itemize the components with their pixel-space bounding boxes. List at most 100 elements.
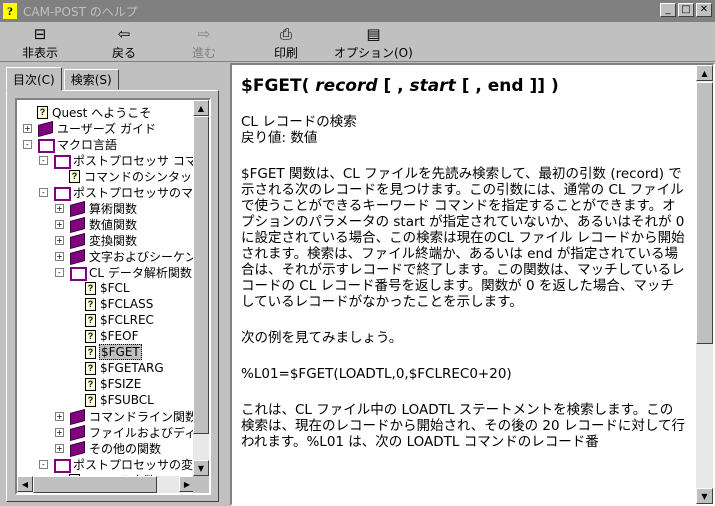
param-end: end xyxy=(487,76,524,96)
contents-tree-box: ?Quest へようこそ+ユーザーズ ガイド-マクロ言語-ポストプロセッサ コマ… xyxy=(15,98,211,495)
help-page-icon: ? xyxy=(85,329,96,343)
return-value: 戻り値: 数値 xyxy=(241,130,318,146)
tree-item-label: コマンドライン関数 xyxy=(89,409,195,424)
expand-icon[interactable]: + xyxy=(55,220,64,229)
tree-item[interactable]: ? $FCLREC xyxy=(85,312,155,328)
open-book-icon xyxy=(53,154,71,169)
tree-item[interactable]: ? $FGET xyxy=(85,344,142,360)
tree-item[interactable]: ポストプロセッサのマクロ xyxy=(53,184,195,201)
back-button[interactable]: ⇦ 戻る xyxy=(112,23,136,61)
closed-book-icon xyxy=(69,202,85,214)
tree-item[interactable]: マクロ言語 xyxy=(37,136,118,153)
help-page-icon: ? xyxy=(85,297,96,311)
tree-item[interactable]: ? $FCLASS xyxy=(85,296,154,312)
topic-summary: CL レコードの検索 xyxy=(241,114,357,130)
tree-item[interactable]: ? $FSIZE xyxy=(85,376,142,392)
tree-item-label: ポストプロセッサのマクロ xyxy=(73,185,195,200)
back-label: 戻る xyxy=(112,46,137,60)
print-label: 印刷 xyxy=(274,46,299,60)
tree-item[interactable]: その他の関数 xyxy=(69,440,162,456)
tree-vertical-scrollbar[interactable]: ▲ ▼ xyxy=(193,100,209,476)
help-page-icon: ? xyxy=(85,281,96,295)
hide-button[interactable]: ⊟ 非表示 xyxy=(22,23,58,61)
close-button[interactable]: ✕ xyxy=(696,3,712,17)
expand-icon[interactable]: + xyxy=(55,236,64,245)
tree-item[interactable]: ファイルおよびディレ xyxy=(69,424,195,440)
tree-item-label: $FCLASS xyxy=(100,297,154,311)
toolbar: ⊟ 非表示 ⇦ 戻る ⇨ 進む ⎙ 印刷 ▤ オプション(O) xyxy=(0,22,715,62)
minimize-button[interactable]: _ xyxy=(660,3,676,17)
tree-item[interactable]: 数値関数 xyxy=(69,216,138,232)
options-button[interactable]: ▤ オプション(O) xyxy=(334,23,413,61)
scroll-up-icon[interactable]: ▲ xyxy=(193,100,209,116)
expand-icon[interactable]: + xyxy=(55,252,64,261)
tab-search[interactable]: 検索(S) xyxy=(63,69,119,90)
tree-item[interactable]: ユーザーズ ガイド xyxy=(37,120,157,136)
forward-label: 進む xyxy=(192,46,217,60)
tree-item[interactable]: ポストプロセッサの変数 xyxy=(53,456,195,473)
example-explanation: これは、CL ファイル中の LOADTL ステートメントを検索します。この検索は… xyxy=(241,402,685,450)
expand-icon[interactable]: + xyxy=(55,412,64,421)
tree-item-label: マクロ言語 xyxy=(57,137,118,152)
tree-item[interactable]: ? $FEOF xyxy=(85,328,139,344)
tree-item[interactable]: ポストプロセッサ コマン xyxy=(53,152,195,169)
tree-item[interactable]: 算術関数 xyxy=(69,200,138,216)
tree-scroll-thumb[interactable] xyxy=(193,116,209,434)
tree-item-label: $FGET xyxy=(99,344,142,360)
scroll-down-icon[interactable]: ▼ xyxy=(696,488,713,504)
open-book-icon xyxy=(37,138,55,153)
help-page-icon: ? xyxy=(85,345,96,359)
hide-label: 非表示 xyxy=(22,46,59,60)
nav-tabs: 目次(C) 検索(S) xyxy=(6,67,121,91)
tree-item-label: 文字およびシーケン xyxy=(89,249,195,264)
help-page-icon: ? xyxy=(85,313,96,327)
window-controls: _ □ ✕ xyxy=(660,3,712,17)
param-record: record xyxy=(315,76,378,96)
topic-vertical-scrollbar[interactable]: ▲ ▼ xyxy=(696,65,713,504)
printer-icon: ⎙ xyxy=(280,25,293,43)
help-page-icon: ? xyxy=(69,169,80,183)
tree-item-label: $FSIZE xyxy=(100,377,142,391)
collapse-icon[interactable]: - xyxy=(23,140,32,149)
print-button[interactable]: ⎙ 印刷 xyxy=(274,23,298,61)
tree-item[interactable]: コマンドライン関数 xyxy=(69,408,195,424)
forward-button[interactable]: ⇨ 進む xyxy=(192,23,216,61)
topic-scroll-thumb[interactable] xyxy=(696,82,713,344)
tree-hscroll-thumb[interactable] xyxy=(33,476,157,493)
open-book-icon xyxy=(53,458,71,473)
expand-icon[interactable]: + xyxy=(23,124,32,133)
tree-item-label: 変換関数 xyxy=(89,233,138,248)
tab-contents[interactable]: 目次(C) xyxy=(6,67,62,91)
tree-item[interactable]: ? $FSUBCL xyxy=(85,392,155,408)
tree-item[interactable]: 文字およびシーケン xyxy=(69,248,195,264)
tree-item-label: $FEOF xyxy=(100,329,139,343)
expand-icon[interactable]: + xyxy=(55,444,64,453)
maximize-button[interactable]: □ xyxy=(678,3,694,17)
tree-item[interactable]: ? Quest へようこそ xyxy=(37,104,152,120)
scroll-down-icon[interactable]: ▼ xyxy=(193,460,209,476)
collapse-icon[interactable]: - xyxy=(39,188,48,197)
expand-icon[interactable]: + xyxy=(55,204,64,213)
scroll-up-icon[interactable]: ▲ xyxy=(696,65,713,81)
tree-item[interactable]: ? $FCL xyxy=(85,280,131,296)
tree-item[interactable]: ? $FGETARG xyxy=(85,360,165,376)
contents-tree: ?Quest へようこそ+ユーザーズ ガイド-マクロ言語-ポストプロセッサ コマ… xyxy=(17,100,195,476)
collapse-icon[interactable]: - xyxy=(39,460,48,469)
expand-icon[interactable]: + xyxy=(55,428,64,437)
tree-item-label: $FSUBCL xyxy=(100,393,154,407)
tree-item-label: コマンドのシンタック xyxy=(84,169,195,184)
tree-item[interactable]: CL データ解析関数 xyxy=(69,264,193,281)
example-code: %L01=$FGET(LOADTL,0,$FCLREC0+20) xyxy=(241,366,512,382)
description-paragraph: $FGET 関数は、CL ファイルを先読み検索して、最初の引数 (record)… xyxy=(241,166,685,310)
collapse-icon[interactable]: - xyxy=(39,156,48,165)
tree-item-label: その他の関数 xyxy=(89,441,162,456)
tree-item-label: $FCLREC xyxy=(100,313,154,327)
options-label: オプション(O) xyxy=(334,46,413,60)
tree-item[interactable]: 変換関数 xyxy=(69,232,138,248)
open-book-icon xyxy=(53,186,71,201)
tree-item[interactable]: ? コマンドのシンタック xyxy=(69,168,195,184)
collapse-icon[interactable]: - xyxy=(55,268,64,277)
scroll-left-icon[interactable]: ◀ xyxy=(17,476,33,492)
window-title: CAM-POST のヘルプ xyxy=(23,4,138,19)
tree-horizontal-scrollbar[interactable]: ◀ ▶ xyxy=(17,476,195,493)
